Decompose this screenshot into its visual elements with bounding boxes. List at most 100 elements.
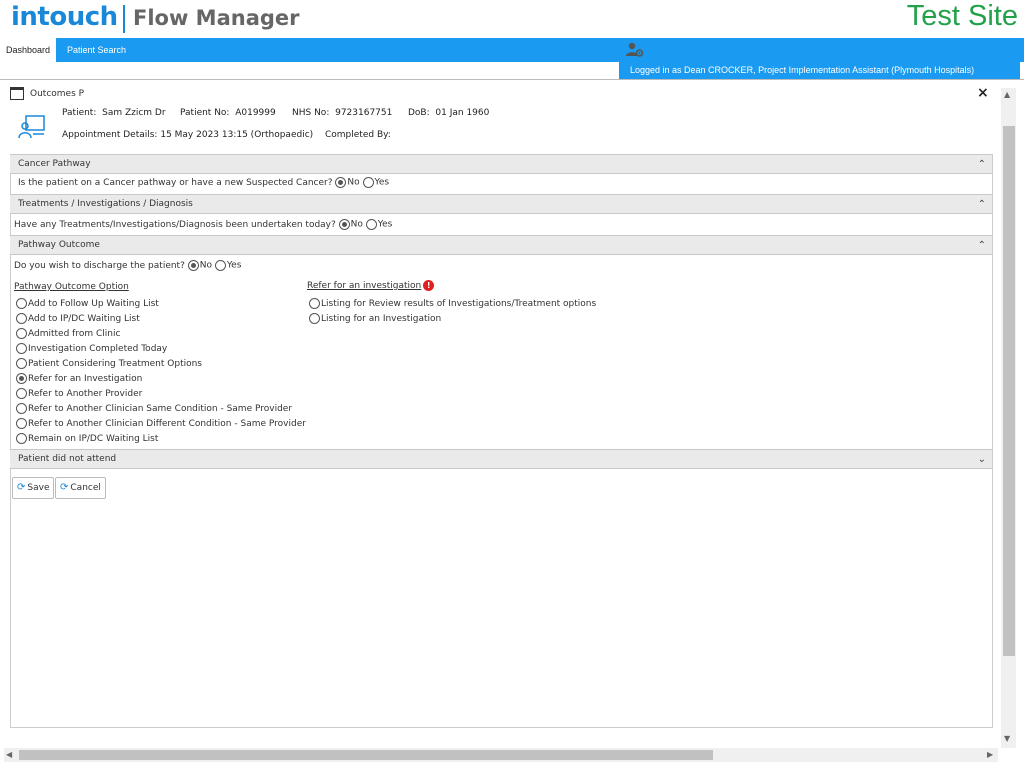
scroll-up-icon[interactable]: ▲: [1004, 90, 1010, 99]
option-radio[interactable]: [16, 313, 27, 324]
section-pathway-outcome[interactable]: Pathway Outcome ⌃: [10, 235, 992, 255]
option-label: Admitted from Clinic: [28, 329, 121, 339]
top-nav: Dashboard Patient Search: [0, 38, 1024, 62]
treatments-no-radio[interactable]: [338, 219, 350, 230]
patient-label: Patient:: [62, 108, 97, 118]
chevron-down-icon: ⌄: [977, 454, 986, 465]
patient-no-field: Patient No: A019999: [180, 108, 276, 118]
window-icon: [10, 87, 24, 100]
section-cancer-pathway[interactable]: Cancer Pathway ⌃: [10, 154, 992, 174]
scroll-left-icon[interactable]: ◀: [6, 750, 12, 759]
refer-option-label: Listing for an Investigation: [321, 314, 442, 324]
list-item[interactable]: Refer to Another Clinician Different Con…: [16, 417, 306, 432]
list-item[interactable]: Investigation Completed Today: [16, 342, 306, 357]
cancel-button[interactable]: ⟳ Cancel: [55, 477, 106, 499]
section-title: Cancer Pathway: [18, 159, 91, 169]
refer-options-list: Listing for Review results of Investigat…: [309, 297, 596, 327]
patient-name: Sam Zzicm Dr: [102, 108, 166, 118]
list-item[interactable]: Remain on IP/DC Waiting List: [16, 432, 306, 447]
refer-option-radio[interactable]: [309, 313, 320, 324]
section-title: Pathway Outcome: [18, 240, 100, 250]
list-item[interactable]: Add to IP/DC Waiting List: [16, 312, 306, 327]
treatments-yes-radio[interactable]: [365, 219, 377, 230]
refresh-icon: ⟳: [60, 482, 69, 493]
option-label: Remain on IP/DC Waiting List: [28, 434, 159, 444]
option-radio[interactable]: [16, 328, 27, 339]
option-radio[interactable]: [16, 358, 27, 369]
section-title: Treatments / Investigations / Diagnosis: [18, 199, 193, 209]
section-patient-dna[interactable]: Patient did not attend ⌄: [10, 449, 992, 469]
section-treatments[interactable]: Treatments / Investigations / Diagnosis …: [10, 194, 992, 214]
cancer-yes-radio[interactable]: [362, 177, 374, 188]
list-item[interactable]: Add to Follow Up Waiting List: [16, 297, 306, 312]
brand-logo: intouch: [11, 2, 118, 32]
discharge-question-row: Do you wish to discharge the patient? No…: [14, 260, 241, 271]
chevron-up-icon: ⌃: [977, 199, 986, 210]
option-radio-selected[interactable]: [16, 373, 27, 384]
option-radio[interactable]: [16, 433, 27, 444]
option-label: Investigation Completed Today: [28, 344, 168, 354]
horizontal-scroll-thumb[interactable]: [19, 750, 713, 760]
treatments-question-row: Have any Treatments/Investigations/Diagn…: [14, 219, 392, 230]
dob-field: DoB: 01 Jan 1960: [408, 108, 489, 118]
patient-no: A019999: [235, 108, 276, 118]
dob-label: DoB:: [408, 108, 430, 118]
window-title-bar: Outcomes P: [10, 84, 84, 104]
list-item[interactable]: Refer to Another Provider: [16, 387, 306, 402]
option-label: Add to Follow Up Waiting List: [28, 299, 159, 309]
patient-icon: [18, 115, 45, 139]
vertical-scroll-thumb[interactable]: [1003, 126, 1015, 656]
nhs-no: 9723167751: [335, 108, 393, 118]
option-radio[interactable]: [16, 388, 27, 399]
list-item[interactable]: Patient Considering Treatment Options: [16, 357, 306, 372]
scroll-right-icon[interactable]: ▶: [987, 750, 993, 759]
list-item[interactable]: Refer for an Investigation: [16, 372, 306, 387]
option-radio[interactable]: [16, 418, 27, 429]
chevron-up-icon: ⌃: [977, 159, 986, 170]
refer-heading-row: Refer for an investigation!: [307, 280, 435, 291]
completed-by-label: Completed By:: [325, 130, 391, 140]
option-label: Add to IP/DC Waiting List: [28, 314, 140, 324]
list-item[interactable]: Admitted from Clinic: [16, 327, 306, 342]
refresh-icon: ⟳: [17, 482, 26, 493]
radio-label-yes: Yes: [374, 177, 390, 188]
list-item[interactable]: Listing for Review results of Investigat…: [309, 297, 596, 312]
outcomes-window: Outcomes P × Patient: Sam Zzicm Dr Patie…: [0, 79, 1024, 768]
discharge-question: Do you wish to discharge the patient?: [14, 261, 185, 271]
warning-icon: !: [423, 280, 435, 291]
cancer-no-radio[interactable]: [335, 177, 347, 188]
save-button[interactable]: ⟳ Save: [12, 477, 55, 499]
option-label: Refer to Another Clinician Different Con…: [28, 419, 306, 429]
scroll-down-icon[interactable]: ▼: [1004, 734, 1010, 743]
refer-heading: Refer for an investigation: [307, 281, 422, 291]
radio-label-no: No: [347, 177, 360, 188]
outcome-options-list: Add to Follow Up Waiting List Add to IP/…: [16, 297, 306, 447]
list-item[interactable]: Listing for an Investigation: [309, 312, 596, 327]
nhs-label: NHS No:: [292, 108, 330, 118]
completed-by-field: Completed By:: [325, 130, 391, 140]
vertical-scrollbar[interactable]: ▲ ▼: [1001, 88, 1016, 748]
option-radio[interactable]: [16, 343, 27, 354]
user-settings-icon[interactable]: [626, 42, 644, 58]
patient-name-field: Patient: Sam Zzicm Dr: [62, 108, 166, 118]
radio-label-yes: Yes: [226, 260, 242, 271]
option-label: Patient Considering Treatment Options: [28, 359, 202, 369]
tab-dashboard[interactable]: Dashboard: [0, 38, 56, 62]
tab-patient-search[interactable]: Patient Search: [61, 38, 132, 62]
section-title: Patient did not attend: [18, 454, 117, 464]
discharge-no-radio[interactable]: [187, 260, 199, 271]
product-name: Flow Manager: [133, 6, 300, 30]
save-label: Save: [27, 483, 50, 493]
discharge-yes-radio[interactable]: [214, 260, 226, 271]
list-item[interactable]: Refer to Another Clinician Same Conditio…: [16, 402, 306, 417]
horizontal-scrollbar[interactable]: ◀ ▶: [4, 748, 998, 762]
option-label: Refer for an Investigation: [28, 374, 143, 384]
close-button[interactable]: ×: [977, 86, 989, 100]
refer-option-radio[interactable]: [309, 298, 320, 309]
option-radio[interactable]: [16, 298, 27, 309]
nhs-no-field: NHS No: 9723167751: [292, 108, 392, 118]
patient-no-label: Patient No:: [180, 108, 230, 118]
logo-divider: [123, 5, 125, 33]
option-radio[interactable]: [16, 403, 27, 414]
option-label: Refer to Another Clinician Same Conditio…: [28, 404, 293, 414]
